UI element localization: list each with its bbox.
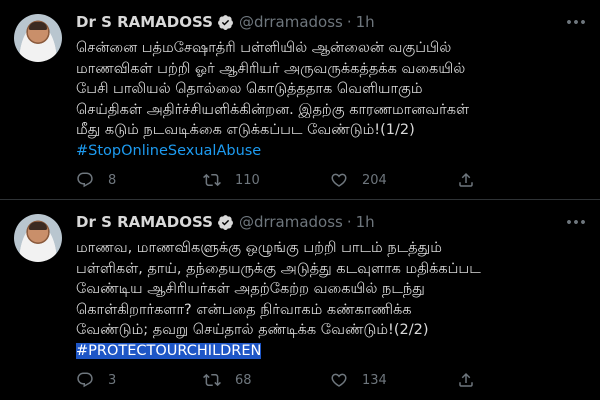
tweet-text-line: மீது கடும் நடவடிக்கை எடுக்கப்பட வேண்டும்… (76, 122, 415, 138)
like-button[interactable]: 204 (330, 171, 457, 189)
more-icon[interactable] (564, 10, 588, 34)
author-handle[interactable]: @drramadoss (239, 213, 343, 231)
like-count: 204 (361, 172, 387, 188)
tweet-text-line: வேண்டும்; தவறு செய்தால் தண்டிக்க வேண்டும… (76, 322, 429, 338)
retweet-count: 68 (234, 372, 252, 388)
reply-icon (77, 172, 93, 188)
tweet-actions: 8 110 204 (76, 171, 496, 189)
tweet-text-line: சென்னை பத்மசேஷாத்ரி பள்ளியில் ஆன்லைன் வக… (76, 40, 452, 56)
like-count: 134 (361, 372, 387, 388)
tweet-header: Dr S RAMADOSS @drramadoss · 1h (76, 13, 375, 31)
tweet-text-line: வேண்டிய ஆசிரியர்கள் அதற்கேற்ற வகையில் நட… (76, 281, 425, 297)
share-icon (459, 172, 473, 187)
separator-dot: · (346, 213, 352, 231)
reply-count: 3 (108, 372, 117, 388)
tweet-text-line: கொள்கிறார்களா? என்பதை நிர்வாகம் கண்காணிக… (76, 301, 412, 318)
timestamp[interactable]: 1h (356, 13, 375, 31)
share-icon (459, 372, 473, 387)
tweet-header: Dr S RAMADOSS @drramadoss · 1h (76, 213, 375, 231)
reply-icon (77, 372, 93, 388)
author-handle[interactable]: @drramadoss (239, 13, 343, 31)
like-icon (331, 373, 347, 387)
tweet-text-line: மாணவ, மாணவிகளுக்கு ஒழுங்கு பற்றி பாடம் ந… (76, 240, 442, 256)
reply-button[interactable]: 3 (76, 371, 203, 389)
tweet[interactable]: Dr S RAMADOSS @drramadoss · 1h மாணவ, மாண… (0, 200, 600, 400)
share-button[interactable] (457, 171, 496, 189)
retweet-icon (203, 173, 221, 187)
verified-badge-icon (217, 14, 233, 30)
like-button[interactable]: 134 (330, 371, 457, 389)
timestamp[interactable]: 1h (356, 213, 375, 231)
tweet[interactable]: Dr S RAMADOSS @drramadoss · 1h சென்னை பத… (0, 0, 600, 200)
tweet-text: சென்னை பத்மசேஷாத்ரி பள்ளியில் ஆன்லைன் வக… (76, 38, 588, 161)
author-name[interactable]: Dr S RAMADOSS (76, 213, 213, 231)
retweet-button[interactable]: 68 (203, 371, 330, 389)
more-icon[interactable] (564, 210, 588, 234)
share-button[interactable] (457, 371, 496, 389)
hashtag-link[interactable]: #PROTECTOURCHILDREN (76, 342, 262, 359)
reply-button[interactable]: 8 (76, 171, 203, 189)
avatar[interactable] (14, 14, 62, 62)
like-icon (331, 173, 347, 187)
hashtag-link[interactable]: #StopOnlineSexualAbuse (76, 143, 261, 159)
tweet-text-line: செய்திகள் அதிர்ச்சியளிக்கின்றன. இதற்கு க… (76, 101, 470, 118)
tweet-text-line: பள்ளிகள், தாய், தந்தையருக்கு அடுத்து கடவ… (76, 260, 481, 277)
retweet-button[interactable]: 110 (203, 171, 330, 189)
tweet-text-line: பேசி பாலியல் தொல்லை கொடுத்ததாக வெளியாகும… (76, 81, 423, 97)
separator-dot: · (346, 13, 352, 31)
retweet-count: 110 (234, 172, 260, 188)
tweet-actions: 3 68 134 (76, 371, 496, 389)
reply-count: 8 (108, 172, 117, 188)
retweet-icon (203, 373, 221, 387)
tweet-text-line: மாணவிகள் பற்றி ஓர் ஆசிரியர் அருவருக்கத்த… (76, 60, 466, 77)
tweet-text: மாணவ, மாணவிகளுக்கு ஒழுங்கு பற்றி பாடம் ந… (76, 238, 588, 361)
avatar[interactable] (14, 214, 62, 262)
verified-badge-icon (217, 214, 233, 230)
author-name[interactable]: Dr S RAMADOSS (76, 13, 213, 31)
